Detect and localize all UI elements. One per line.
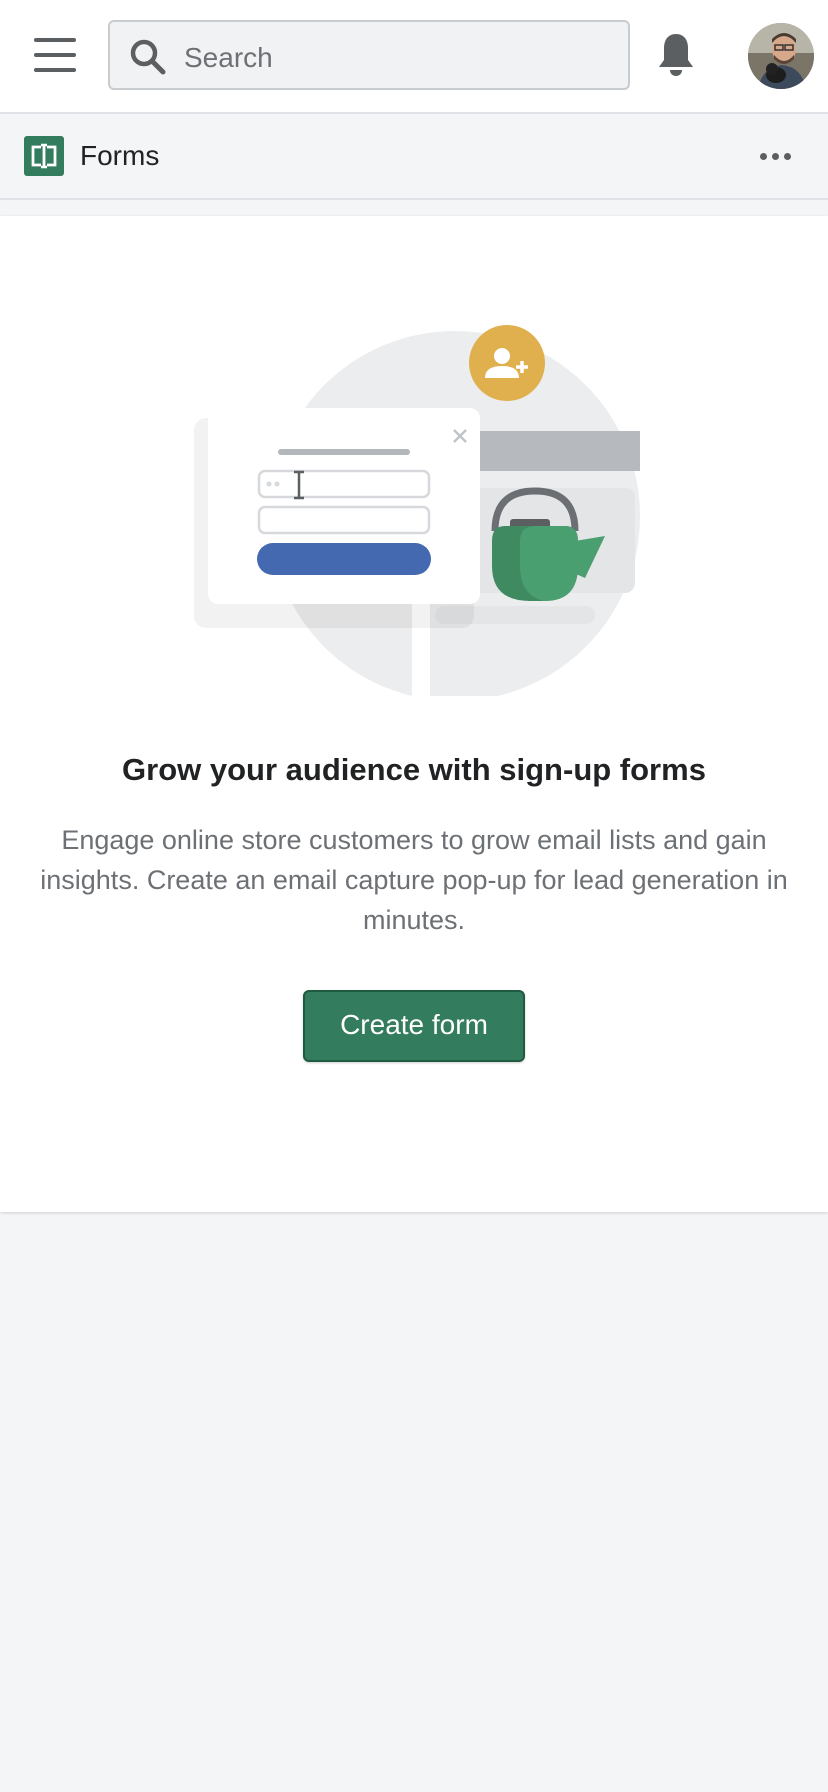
forms-app-icon — [24, 136, 64, 176]
empty-state-card: Grow your audience with sign-up forms En… — [0, 216, 828, 1212]
hamburger-menu-button[interactable] — [34, 36, 78, 76]
empty-state-heading: Grow your audience with sign-up forms — [122, 752, 706, 787]
empty-state-description: Engage online store customers to grow em… — [40, 825, 788, 935]
more-horizontal-icon — [760, 153, 767, 160]
avatar-image — [748, 23, 814, 89]
search-placeholder: Search — [184, 42, 273, 73]
create-form-button[interactable]: Create form — [303, 990, 525, 1062]
bell-icon[interactable] — [656, 30, 696, 80]
app-header: Forms — [0, 114, 828, 200]
search-icon — [130, 39, 166, 75]
top-bar: Search — [0, 0, 828, 114]
signup-form-illustration — [194, 325, 640, 696]
app-title: Forms — [80, 140, 160, 171]
add-user-badge-icon — [469, 325, 545, 401]
user-avatar[interactable] — [748, 23, 814, 89]
more-actions-button[interactable] — [756, 138, 796, 174]
search-field[interactable]: Search — [108, 20, 630, 90]
hamburger-icon — [34, 38, 76, 42]
